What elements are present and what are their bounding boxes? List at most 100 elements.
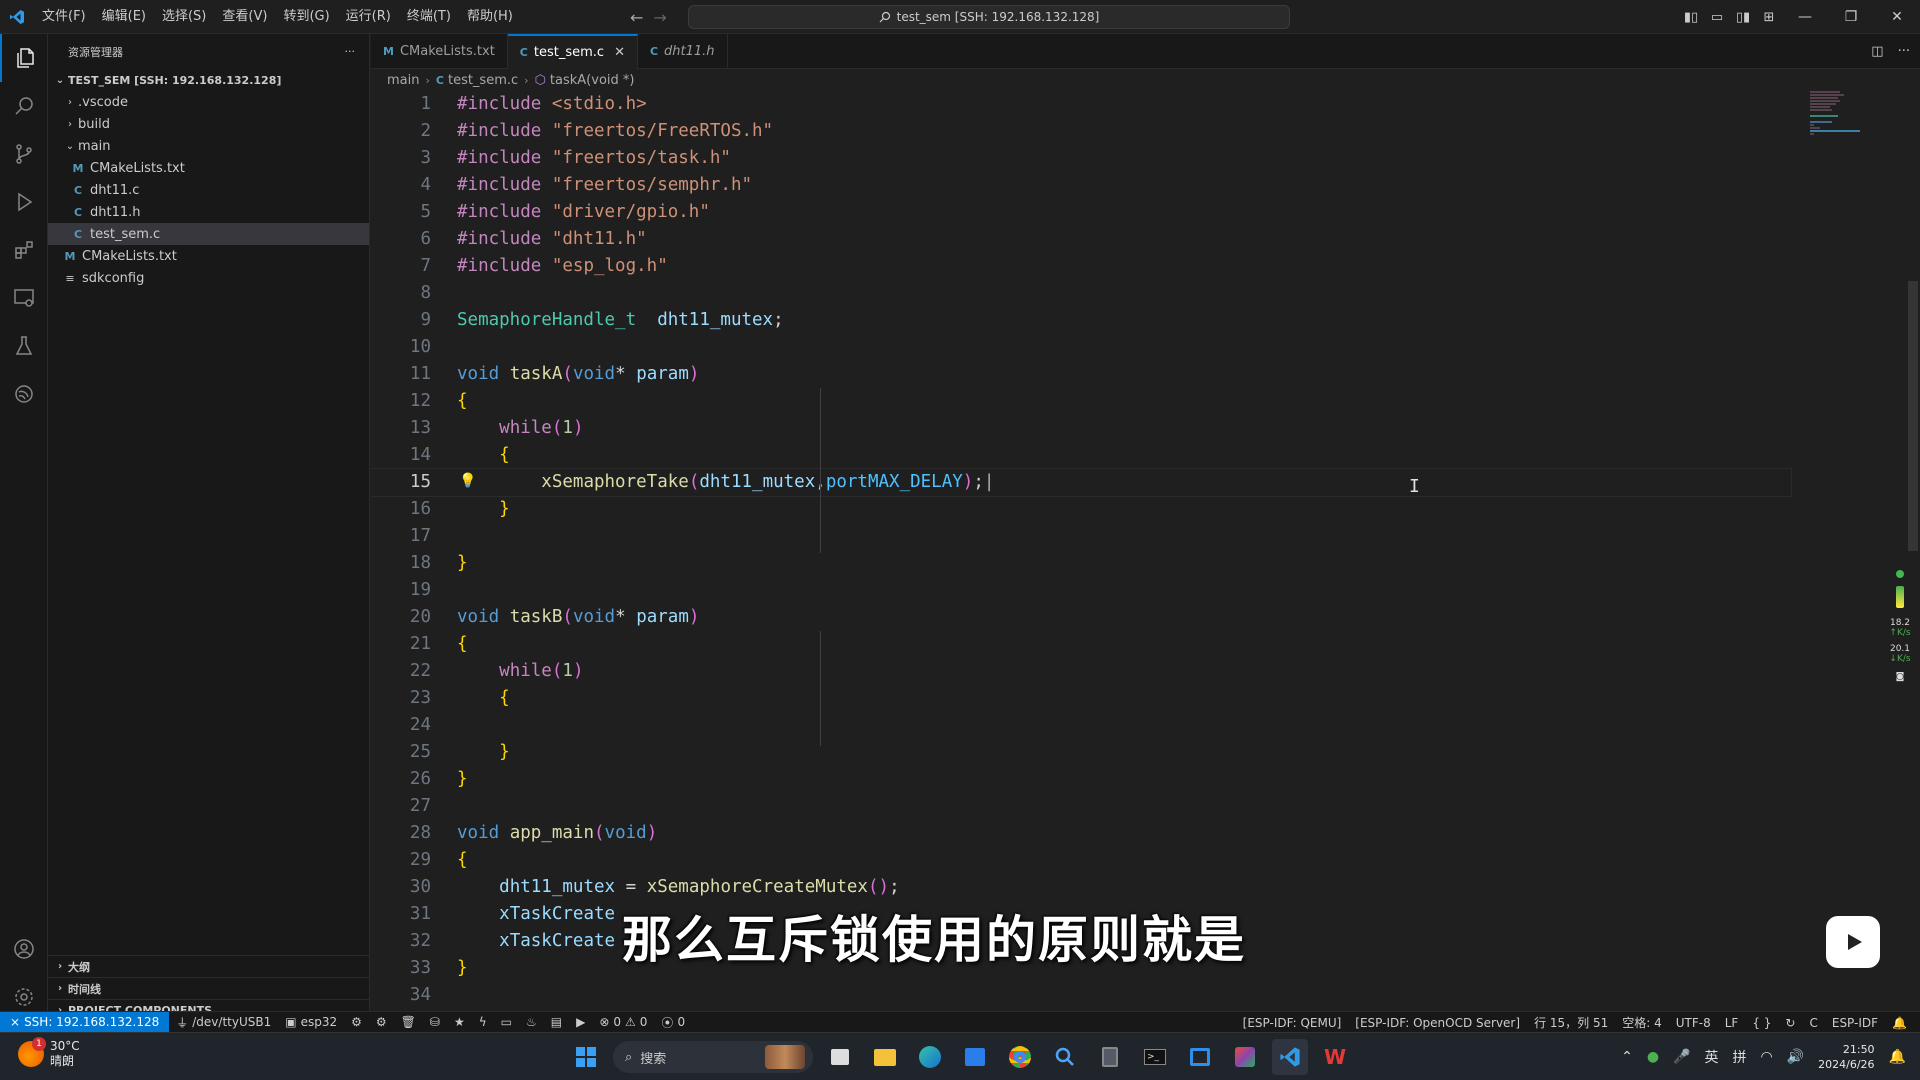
- target-chip[interactable]: ▣ esp32: [278, 1015, 344, 1029]
- code-line[interactable]: 24: [371, 712, 1791, 739]
- code-line[interactable]: 20 void taskB(void* param): [371, 604, 1791, 631]
- menu-run[interactable]: 运行(R): [338, 0, 399, 34]
- split-editor-icon[interactable]: ◫: [1871, 44, 1883, 59]
- build-icon[interactable]: ⛁: [423, 1015, 447, 1029]
- ime-language[interactable]: 英: [1705, 1047, 1719, 1067]
- code-line[interactable]: 14 {: [371, 442, 1791, 469]
- microphone-icon[interactable]: 🎤: [1673, 1049, 1690, 1065]
- tray-overflow-icon[interactable]: ⌃: [1621, 1049, 1633, 1065]
- edge-browser-icon[interactable]: [912, 1039, 948, 1075]
- code-line[interactable]: 15 xSemaphoreTake(dht11_mutex,portMAX_DE…: [371, 468, 1792, 497]
- system-clock[interactable]: 21:50 2024/6/26: [1818, 1042, 1874, 1072]
- code-line[interactable]: 22 while(1): [371, 658, 1791, 685]
- extensions-icon[interactable]: [0, 226, 48, 274]
- customize-layout-icon[interactable]: ⊞: [1756, 0, 1782, 34]
- code-line[interactable]: 1 #include <stdio.h>: [371, 91, 1791, 118]
- command-center[interactable]: test_sem [SSH: 192.168.132.128]: [688, 5, 1290, 29]
- menu-help[interactable]: 帮助(H): [459, 0, 521, 34]
- code-line[interactable]: 8: [371, 280, 1791, 307]
- volume-icon[interactable]: 🔊: [1787, 1049, 1804, 1065]
- code-line[interactable]: 18}: [371, 550, 1791, 577]
- file-explorer-icon[interactable]: [867, 1039, 903, 1075]
- code-line[interactable]: 29 {: [371, 847, 1791, 874]
- code-line[interactable]: 11 void taskA(void* param): [371, 361, 1791, 388]
- remote-explorer-icon[interactable]: [0, 274, 48, 322]
- tray-app-icon[interactable]: ●: [1647, 1049, 1659, 1065]
- sdkconfig-editor-icon[interactable]: ⚙: [344, 1015, 369, 1029]
- code-line[interactable]: 28 void app_main(void): [371, 820, 1791, 847]
- minimap[interactable]: [1810, 91, 1890, 171]
- ports-indicator[interactable]: ⦿ 0: [654, 1014, 692, 1031]
- menu-terminal[interactable]: 终端(T): [399, 0, 459, 34]
- source-control-icon[interactable]: [0, 130, 48, 178]
- code-line[interactable]: 25 }: [371, 739, 1791, 766]
- tab-dht11-h[interactable]: C dht11.h: [638, 34, 728, 69]
- tree-item-vscode[interactable]: › .vscode: [48, 91, 369, 113]
- code-line[interactable]: 23 {: [371, 685, 1791, 712]
- menu-view[interactable]: 查看(V): [214, 0, 275, 34]
- code-line[interactable]: 5 #include "driver/gpio.h": [371, 199, 1791, 226]
- timeline-section[interactable]: › 时间线: [48, 977, 370, 999]
- serial-port[interactable]: ⏚ /dev/ttyUSB1: [169, 1014, 278, 1031]
- esp-idf-status[interactable]: ESP-IDF: [1825, 1016, 1885, 1030]
- breadcrumb-folder[interactable]: main: [387, 73, 419, 88]
- close-tab-icon[interactable]: ✕: [614, 45, 625, 60]
- code-line[interactable]: 10: [371, 334, 1791, 361]
- code-line[interactable]: 6 #include "dht11.h": [371, 226, 1791, 253]
- weather-widget[interactable]: 1 30°C 晴朗: [18, 1037, 80, 1069]
- camera-icon[interactable]: ◙: [1880, 672, 1920, 682]
- breadcrumb-file[interactable]: test_sem.c: [448, 73, 518, 88]
- flash-icon[interactable]: ϟ: [472, 1015, 494, 1029]
- esp-idf-openocd[interactable]: [ESP-IDF: OpenOCD Server]: [1348, 1016, 1527, 1030]
- toggle-panel-icon[interactable]: ▭: [1704, 0, 1730, 34]
- forward-arrow-icon[interactable]: →: [653, 8, 666, 27]
- minimize-icon[interactable]: —: [1782, 0, 1828, 34]
- tree-item-main-cmakelists[interactable]: M CMakeLists.txt: [48, 157, 369, 179]
- ime-mode[interactable]: 拼: [1733, 1047, 1747, 1067]
- chrome-icon[interactable]: [1002, 1039, 1038, 1075]
- search-icon[interactable]: [0, 82, 48, 130]
- wifi-icon[interactable]: ◠: [1761, 1049, 1773, 1065]
- menu-selection[interactable]: 选择(S): [154, 0, 214, 34]
- close-window-icon[interactable]: ✕: [1874, 0, 1920, 34]
- tree-item-main[interactable]: ⌄ main: [48, 135, 369, 157]
- flash-method-icon[interactable]: ★: [447, 1015, 472, 1029]
- language-mode[interactable]: C: [1802, 1016, 1824, 1030]
- terminal-icon[interactable]: ▤: [544, 1015, 569, 1029]
- app-icon[interactable]: [1227, 1039, 1263, 1075]
- tree-item-build[interactable]: › build: [48, 113, 369, 135]
- code-line[interactable]: 9 SemaphoreHandle_t dht11_mutex;: [371, 307, 1791, 334]
- code-line[interactable]: 19: [371, 577, 1791, 604]
- tree-item-dht11-c[interactable]: C dht11.c: [48, 179, 369, 201]
- line-ending[interactable]: LF: [1718, 1016, 1746, 1030]
- menu-go[interactable]: 转到(G): [275, 0, 337, 34]
- tab-cmakelists[interactable]: M CMakeLists.txt: [371, 34, 508, 69]
- outline-section[interactable]: › 大纲: [48, 955, 370, 977]
- tree-item-root-cmakelists[interactable]: M CMakeLists.txt: [48, 245, 369, 267]
- menu-file[interactable]: 文件(F): [34, 0, 94, 34]
- settings-icon[interactable]: ⚙: [369, 1015, 394, 1029]
- code-line[interactable]: 7 #include "esp_log.h": [371, 253, 1791, 280]
- code-line[interactable]: 16 }: [371, 496, 1791, 523]
- esp-idf-icon[interactable]: [0, 370, 48, 418]
- tree-item-test-sem-c[interactable]: C test_sem.c: [48, 223, 369, 245]
- calculator-icon[interactable]: [1092, 1039, 1128, 1075]
- testing-icon[interactable]: [0, 322, 48, 370]
- code-line[interactable]: 2 #include "freertos/FreeRTOS.h": [371, 118, 1791, 145]
- tree-item-dht11-h[interactable]: C dht11.h: [48, 201, 369, 223]
- vertical-scrollbar[interactable]: [1906, 91, 1920, 1021]
- more-actions-icon[interactable]: ···: [345, 45, 356, 58]
- toggle-sidebar-icon[interactable]: ▮▯: [1678, 0, 1704, 34]
- windows-start-icon[interactable]: [568, 1039, 604, 1075]
- code-line[interactable]: 34: [371, 982, 1791, 1009]
- restore-icon[interactable]: ❐: [1828, 0, 1874, 34]
- monitor-icon[interactable]: ▭: [494, 1015, 519, 1029]
- indentation[interactable]: 空格: 4: [1615, 1014, 1669, 1031]
- debug-icon[interactable]: ♨: [519, 1015, 544, 1029]
- remote-indicator[interactable]: ⨯ SSH: 192.168.132.128: [0, 1011, 170, 1033]
- menu-edit[interactable]: 编辑(E): [94, 0, 154, 34]
- account-icon[interactable]: [0, 925, 48, 973]
- code-line[interactable]: 12 {: [371, 388, 1791, 415]
- video-play-icon[interactable]: [1826, 916, 1880, 968]
- lightbulb-icon[interactable]: 💡: [459, 473, 476, 489]
